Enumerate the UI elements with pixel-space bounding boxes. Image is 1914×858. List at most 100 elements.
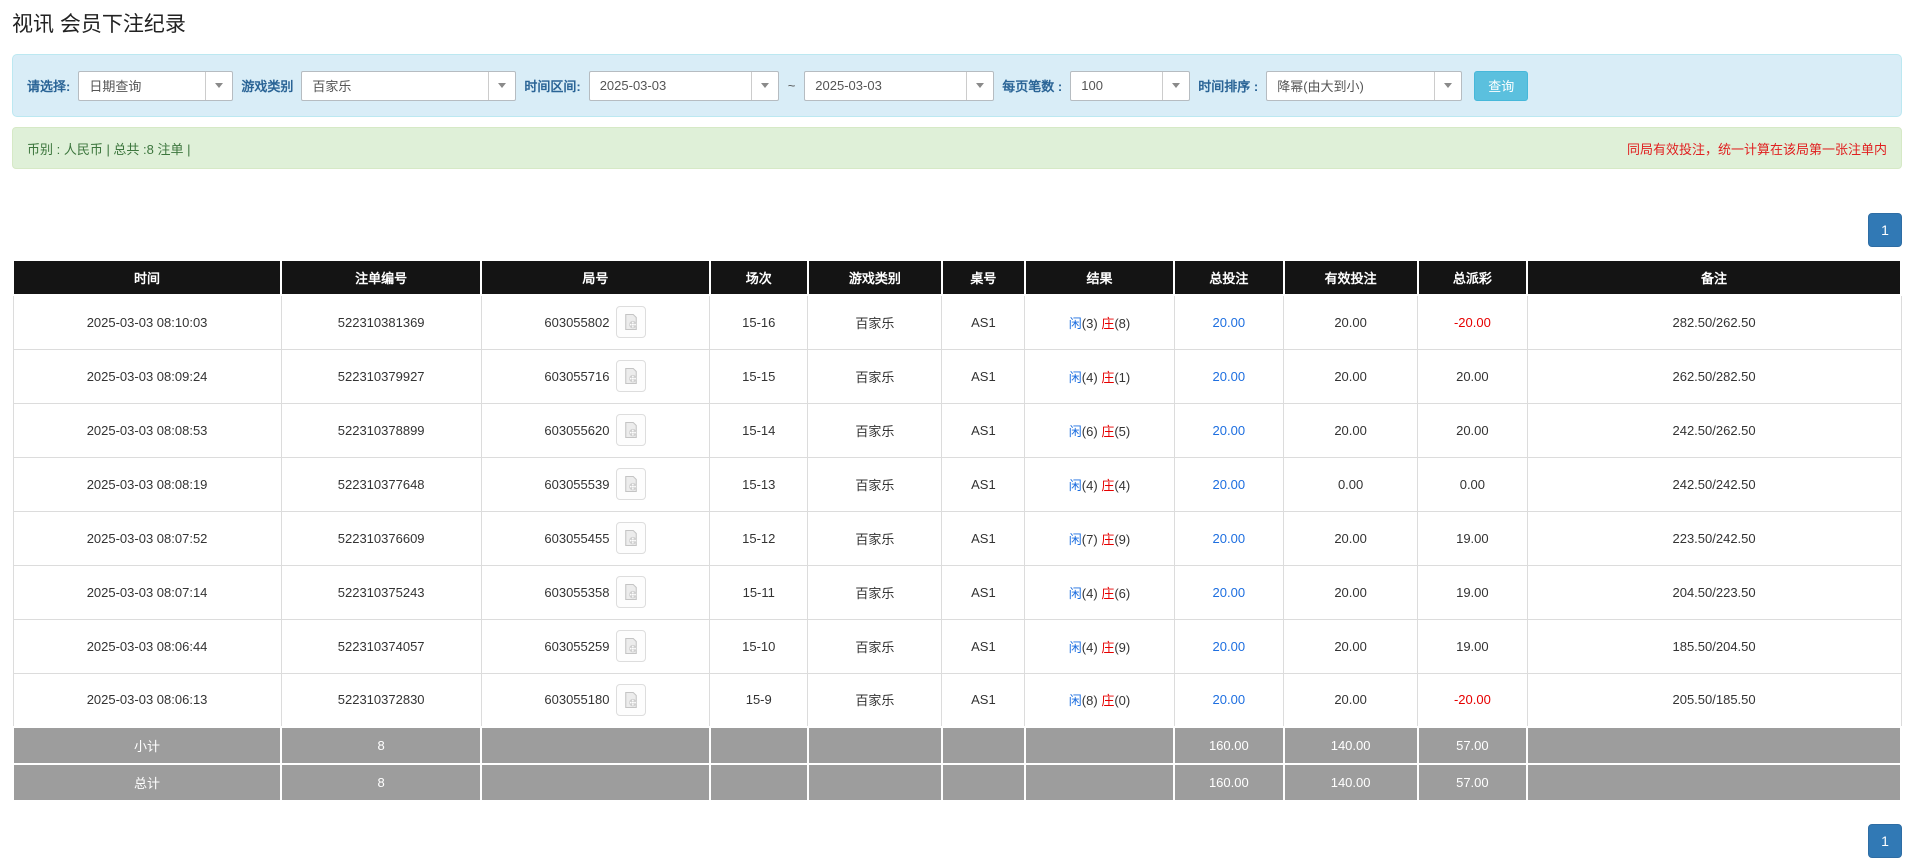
table-number: AS1 [941,294,1026,350]
table-row: 2025-03-03 08:09:24 522310379927 6030557… [12,348,1902,404]
subtotal-total-bet: 160.00 [1173,726,1285,765]
bet-time: 2025-03-03 08:09:24 [12,348,282,404]
query-type-select[interactable]: 日期查询 [78,70,234,101]
bet-time: 2025-03-03 08:10:03 [12,294,282,350]
payout: 19.00 [1417,564,1528,620]
grand-total-valid-bet: 140.00 [1282,763,1419,802]
bet-time: 2025-03-03 08:08:19 [12,456,282,512]
chevron-down-icon [1162,71,1189,100]
round-id-cell: 603055539 [480,456,711,512]
table-number: AS1 [941,564,1026,620]
query-type-value: 日期查询 [89,79,142,94]
chevron-down-icon [750,71,778,100]
sort-order-select[interactable]: 降幂(由大到小) [1266,70,1463,101]
video-replay-button[interactable] [616,360,647,392]
round-id-cell: 603055620 [480,402,711,458]
round-id-cell: 603055180 [480,672,711,728]
result-player: 闲 [1068,639,1082,655]
date-to-select[interactable]: 2025-03-03 [804,70,995,101]
game-type: 百家乐 [807,402,943,458]
table-number: AS1 [941,510,1026,566]
column-header-valid-bet: 有效投注 [1282,259,1419,296]
date-from-value: 2025-03-03 [599,78,667,93]
date-range-separator: ~ [787,78,796,93]
video-replay-button[interactable] [616,630,647,662]
video-replay-button[interactable] [616,414,647,446]
remark: 205.50/185.50 [1526,672,1902,728]
bet-id: 522310377648 [280,456,482,512]
round-id-cell: 603055455 [480,510,711,566]
round-id: 603055358 [544,584,610,600]
total-bet: 20.00 [1173,294,1285,350]
bet-id: 522310376609 [280,510,482,566]
page-size-value: 100 [1081,78,1103,93]
result-cell: 闲(7) 庄(9) [1024,510,1175,566]
sort-order-value: 降幂(由大到小) [1277,79,1364,94]
remark: 185.50/204.50 [1526,618,1902,674]
search-button[interactable]: 查询 [1474,70,1529,101]
result-cell: 闲(6) 庄(5) [1024,402,1175,458]
table-row: 2025-03-03 08:07:14 522310375243 6030553… [12,564,1902,620]
date-to-value: 2025-03-03 [815,78,882,93]
video-replay-button[interactable] [616,306,647,339]
video-replay-button[interactable] [616,576,647,608]
result-banker: 庄 [1101,477,1115,493]
video-icon [622,313,640,331]
round-id: 603055180 [544,692,610,708]
result-cell: 闲(4) 庄(9) [1024,618,1175,674]
valid-bet: 20.00 [1283,672,1419,728]
column-header-bet-id: 注单编号 [280,259,483,296]
game-type: 百家乐 [807,294,943,350]
video-replay-button[interactable] [616,522,647,554]
result-player: 闲 [1068,531,1082,547]
video-icon [622,529,640,547]
video-replay-button[interactable] [616,468,647,500]
bet-id: 522310372830 [280,672,482,728]
valid-bet: 20.00 [1283,618,1419,674]
chevron-down-icon [966,71,993,100]
game-type: 百家乐 [807,672,943,728]
video-icon [622,691,640,709]
grand-total-count: 8 [280,763,483,802]
total-bet: 20.00 [1173,456,1285,512]
game-type-select[interactable]: 百家乐 [301,70,517,101]
result-banker: 庄 [1101,585,1115,601]
result-banker: 庄 [1101,423,1115,439]
round-id-cell: 603055802 [480,294,711,350]
session: 15-11 [709,564,809,620]
pagination-page-1-button[interactable]: 1 [1868,824,1902,858]
bet-id: 522310378899 [280,402,482,458]
bet-time: 2025-03-03 08:06:13 [12,672,282,728]
column-header-time: 时间 [11,259,283,296]
game-type-label: 游戏类别 [241,79,294,94]
column-header-result: 结果 [1023,259,1176,296]
bet-id: 522310381369 [280,294,482,350]
remark: 223.50/242.50 [1526,510,1902,566]
subtotal-payout: 57.00 [1416,726,1529,765]
game-type: 百家乐 [807,348,943,404]
remark: 242.50/262.50 [1526,402,1902,458]
date-from-select[interactable]: 2025-03-03 [588,70,779,101]
session: 15-13 [709,456,809,512]
pagination-page-1-button[interactable]: 1 [1868,213,1902,247]
sort-order-label: 时间排序 : [1198,79,1259,94]
valid-bet: 20.00 [1283,348,1419,404]
grand-total-label: 总计 [11,763,283,802]
subtotal-valid-bet: 140.00 [1282,726,1419,765]
bet-id: 522310379927 [280,348,482,404]
page-size-select[interactable]: 100 [1070,70,1191,101]
filter-bar: 请选择: 日期查询 游戏类别 百家乐 时间区间: 2025-03-03 ~ 20… [12,54,1902,117]
bet-time: 2025-03-03 08:07:52 [12,510,282,566]
result-player: 闲 [1068,585,1082,601]
session: 15-12 [709,510,809,566]
table-footer: 小计 8 160.00 140.00 57.00 总计 8 160.00 140… [11,726,1902,802]
result-banker: 庄 [1101,315,1115,331]
session: 15-14 [709,402,809,458]
video-replay-button[interactable] [616,683,647,716]
result-cell: 闲(4) 庄(1) [1024,348,1175,404]
video-icon [622,637,640,655]
total-bet: 20.00 [1173,564,1285,620]
game-type: 百家乐 [807,564,943,620]
valid-bet: 20.00 [1283,294,1419,350]
round-id: 603055620 [544,422,610,438]
